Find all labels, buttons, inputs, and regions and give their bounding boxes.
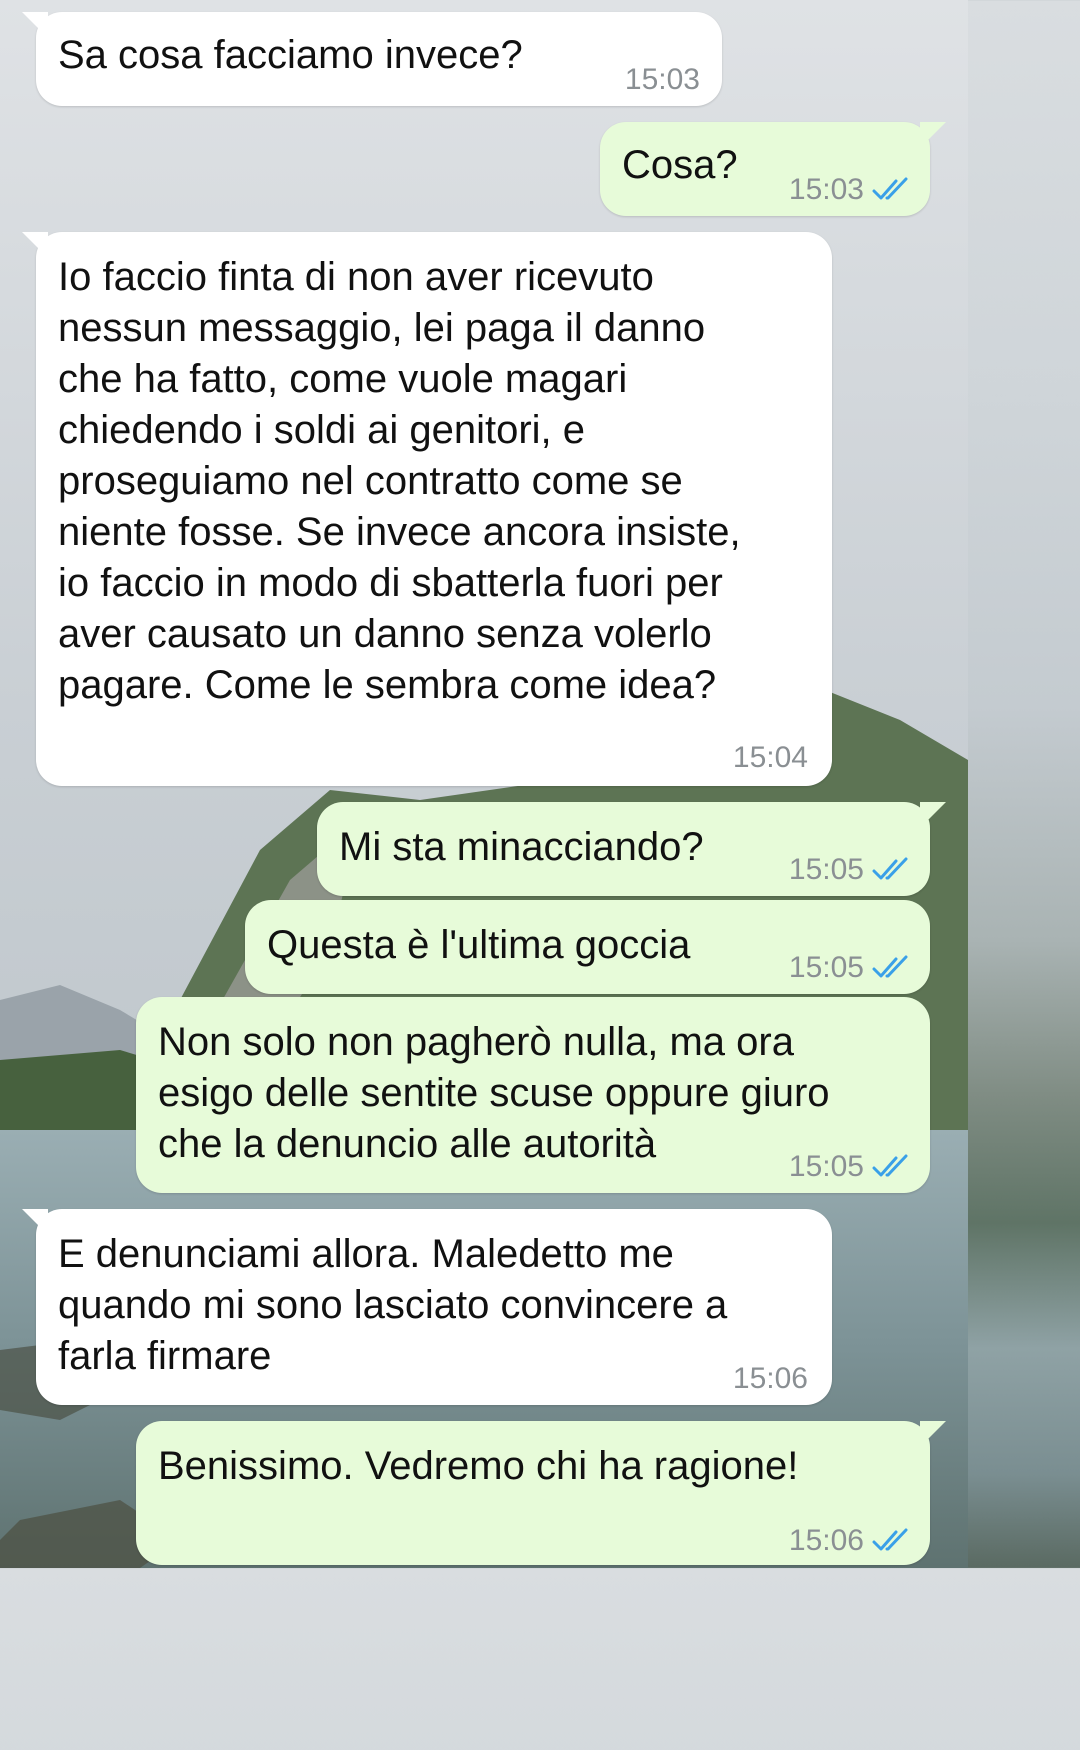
message-text: Sa cosa facciamo invece?: [58, 33, 523, 77]
message-meta: 15:05: [789, 942, 912, 993]
message-meta: 15:03: [625, 54, 700, 105]
message-text: Questa è l'ultima goccia: [267, 923, 691, 967]
double-check-icon: [872, 1154, 912, 1180]
message-bubble-outgoing[interactable]: Questa è l'ultima goccia 15:05: [245, 900, 930, 994]
message-meta: 15:03: [789, 164, 912, 215]
double-check-icon: [872, 857, 912, 883]
message-bubble-outgoing[interactable]: Cosa? 15:03: [600, 122, 946, 216]
message-time: 15:05: [788, 853, 864, 886]
conversation: Sa cosa facciamo invece? 15:03 Cosa? 15:…: [0, 0, 968, 1568]
message-bubble-incoming[interactable]: E denunciami allora. Maledetto me quando…: [22, 1209, 832, 1405]
message-time: 15:05: [788, 1150, 864, 1183]
message-meta: 15:04: [733, 732, 808, 783]
message-bubble-incoming[interactable]: Sa cosa facciamo invece? 15:03: [22, 12, 722, 106]
message-bubble-outgoing[interactable]: Mi sta minacciando? 15:05: [317, 802, 946, 896]
message-time: 15:05: [788, 951, 864, 984]
double-check-icon: [872, 955, 912, 981]
message-time: 15:06: [788, 1524, 864, 1557]
message-time: 15:04: [732, 741, 808, 774]
message-text: Mi sta minacciando?: [339, 825, 704, 869]
message-bubble-incoming[interactable]: Io faccio finta di non aver ricevuto nes…: [22, 232, 832, 786]
message-meta: 15:05: [789, 1141, 912, 1192]
message-meta: 15:06: [733, 1353, 808, 1404]
message-text: Non solo non pagherò nulla, ma ora esigo…: [158, 1020, 830, 1166]
message-time: 15:03: [624, 63, 700, 96]
double-check-icon: [872, 1528, 912, 1554]
message-time: 15:06: [732, 1362, 808, 1395]
message-text: Io faccio finta di non aver ricevuto nes…: [58, 255, 741, 707]
message-meta: 15:05: [789, 844, 912, 895]
message-bubble-outgoing[interactable]: Non solo non pagherò nulla, ma ora esigo…: [136, 997, 930, 1193]
double-check-icon: [872, 177, 912, 203]
message-text: Benissimo. Vedremo chi ha ragione!: [158, 1444, 799, 1488]
message-bubble-outgoing[interactable]: Benissimo. Vedremo chi ha ragione! 15:06: [136, 1421, 946, 1566]
message-meta: 15:06: [789, 1515, 912, 1566]
message-time: 15:03: [788, 173, 864, 206]
message-text: Cosa?: [622, 143, 738, 187]
message-text: E denunciami allora. Maledetto me quando…: [58, 1232, 728, 1378]
